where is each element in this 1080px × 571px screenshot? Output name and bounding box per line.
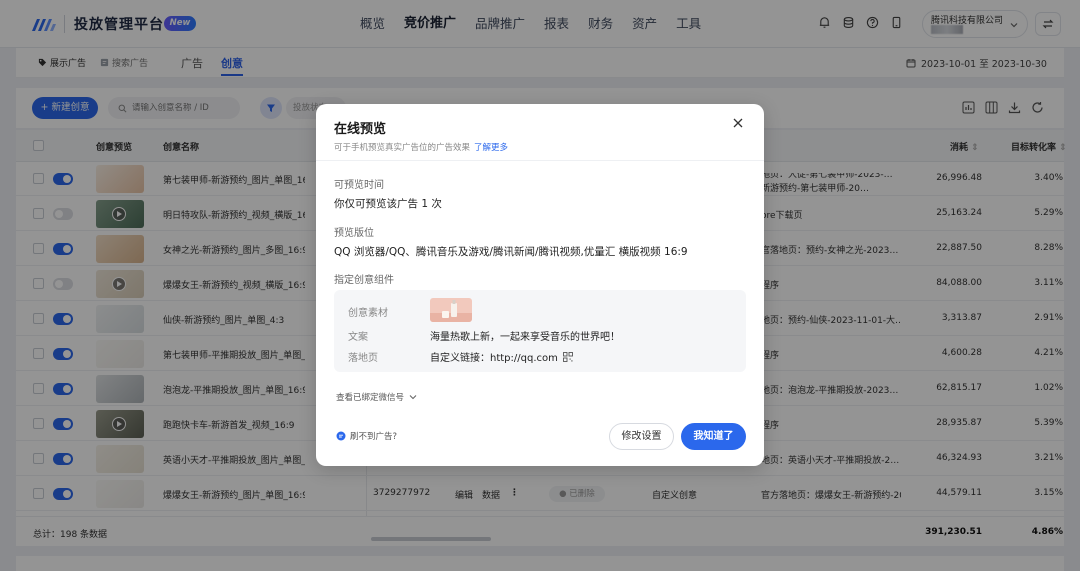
material-thumbnail[interactable] — [430, 298, 472, 322]
preview-time-label: 可预览时间 — [334, 180, 384, 191]
creative-component-panel: 创意素材 文案 海量热歌上新，一起来享受音乐的世界吧！ 落地页 自定义链接：ht… — [334, 290, 746, 372]
modal-subtitle-text: 可于手机预览真实广告位的广告效果 — [334, 143, 471, 153]
got-it-button[interactable]: 我知道了 — [681, 423, 746, 450]
learn-more-link[interactable]: 了解更多 — [474, 143, 508, 153]
chevron-down-icon — [409, 395, 417, 400]
material-label: 创意素材 — [348, 308, 388, 319]
view-bound-wechat[interactable]: 查看已绑定微信号 — [336, 391, 417, 403]
cant-see-ad-label: 刷不到广告? — [350, 432, 398, 442]
close-icon[interactable] — [732, 117, 744, 129]
preview-modal: 在线预览 可于手机预览真实广告位的广告效果 了解更多 可预览时间 你仅可预览该广告… — [316, 104, 764, 466]
modal-divider — [316, 160, 764, 161]
material-image — [430, 298, 472, 322]
landing-url: 自定义链接：http://qq.com — [430, 353, 558, 364]
copy-label: 文案 — [348, 332, 368, 343]
modal-title: 在线预览 — [334, 122, 387, 137]
qrcode-icon[interactable] — [562, 351, 573, 362]
landing-label: 落地页 — [348, 353, 378, 364]
creative-component-label: 指定创意组件 — [334, 275, 394, 286]
view-bound-wechat-label: 查看已绑定微信号 — [336, 393, 405, 403]
modify-settings-button[interactable]: 修改设置 — [609, 423, 674, 450]
cant-see-ad-help[interactable]: 刷不到广告? — [336, 430, 397, 442]
preview-time-value: 你仅可预览该广告 1 次 — [334, 198, 442, 210]
preview-slot-label: 预览版位 — [334, 228, 374, 239]
modal-subtitle: 可于手机预览真实广告位的广告效果 了解更多 — [334, 141, 508, 153]
preview-slot-value: QQ 浏览器/QQ、腾讯音乐及游戏/腾讯新闻/腾讯视频,优量汇 横版视频 16:… — [334, 246, 688, 258]
chat-bubble-icon — [336, 431, 346, 441]
copy-value: 海量热歌上新，一起来享受音乐的世界吧！ — [430, 332, 620, 343]
landing-value: 自定义链接：http://qq.com — [430, 349, 573, 364]
